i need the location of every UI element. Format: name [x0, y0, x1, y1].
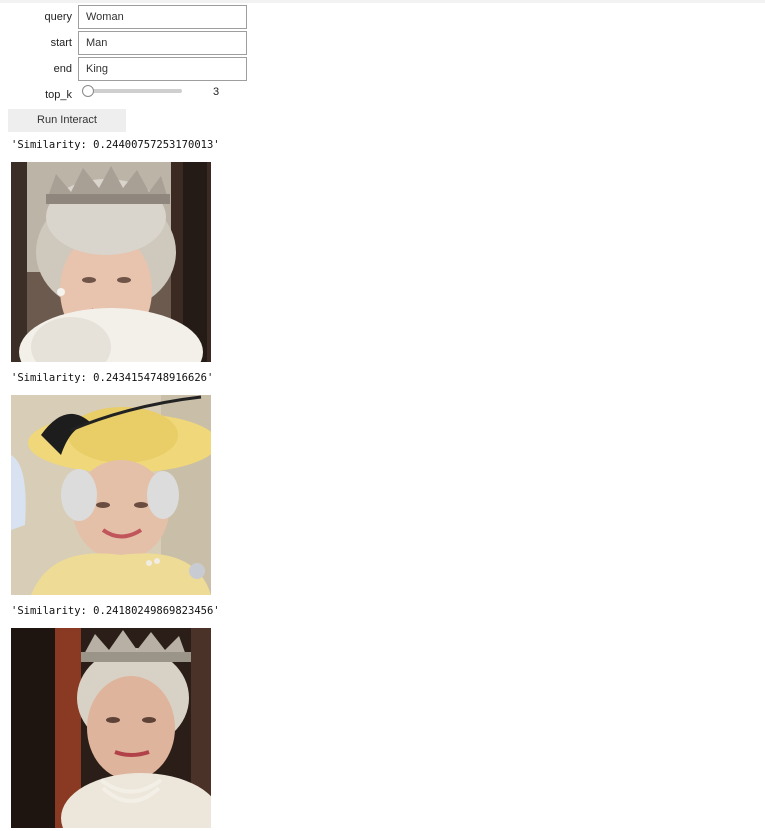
top-k-label: top_k: [45, 89, 72, 101]
end-input[interactable]: [78, 57, 247, 81]
query-row: query: [0, 5, 300, 29]
portrait-crown-carriage-window-image: [11, 628, 211, 828]
top-k-value: 3: [213, 86, 220, 98]
run-interact-button[interactable]: Run Interact: [8, 109, 126, 132]
top-strip: [0, 0, 765, 3]
top-k-slider-track[interactable]: [88, 89, 182, 93]
start-input[interactable]: [78, 31, 247, 55]
result-image-1: [11, 162, 211, 362]
result-image-2: [11, 395, 211, 595]
end-row: end: [0, 57, 300, 81]
similarity-output-1: 'Similarity: 0.24400757253170013': [11, 139, 220, 151]
start-row: start: [0, 31, 300, 55]
query-label: query: [44, 11, 72, 23]
end-label: end: [53, 63, 72, 75]
result-image-3: [11, 628, 211, 828]
top-k-row: top_k: [0, 83, 300, 107]
portrait-crown-fur-stole-image: [11, 162, 211, 362]
top-k-slider-handle[interactable]: [82, 85, 94, 97]
portrait-yellow-hat-waving-image: [11, 395, 211, 595]
start-label: start: [50, 37, 72, 49]
similarity-output-2: 'Similarity: 0.2434154748916626': [11, 372, 214, 384]
query-input[interactable]: [78, 5, 247, 29]
similarity-output-3: 'Similarity: 0.24180249869823456': [11, 605, 220, 617]
